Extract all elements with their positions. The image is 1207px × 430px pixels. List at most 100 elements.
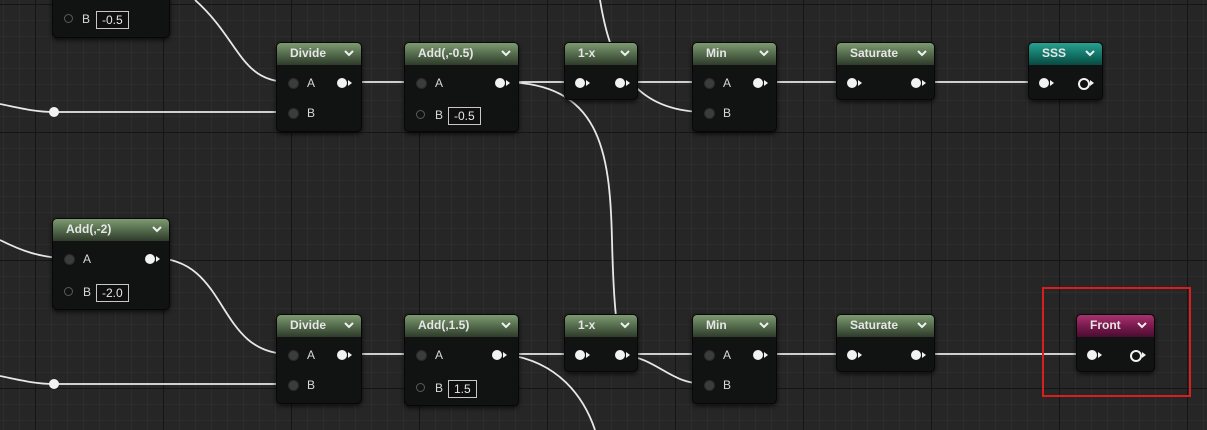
node-title: Add(,-0.5) [418, 46, 474, 60]
node-one-minus-top[interactable]: 1-x [564, 42, 638, 100]
pin-b-input[interactable] [416, 110, 425, 119]
node-one-minus-bottom[interactable]: 1-x [564, 314, 638, 372]
chevron-down-icon[interactable] [916, 47, 928, 59]
node-min-top[interactable]: Min A B [692, 42, 777, 132]
node-header[interactable]: Divide [277, 43, 361, 65]
pin-b-value-field[interactable]: -2.0 [96, 284, 129, 302]
node-header[interactable]: Add(,1.5) [405, 315, 518, 337]
node-divide-top[interactable]: Divide A B [276, 42, 362, 132]
node-title: Add(,-2) [66, 222, 112, 236]
pin-a-input[interactable] [64, 254, 75, 265]
pin-b-value-field[interactable]: -0.5 [96, 11, 129, 29]
output-pin[interactable] [615, 78, 625, 88]
pin-b-value-field[interactable]: -0.5 [448, 107, 481, 125]
node-header[interactable]: 1-x [565, 43, 637, 65]
chevron-down-icon[interactable] [619, 47, 631, 59]
input-arrow-icon [586, 80, 590, 86]
pin-a-input[interactable] [416, 78, 427, 89]
output-arrow-icon [922, 80, 926, 86]
pin-a-input[interactable] [704, 350, 715, 361]
chevron-down-icon[interactable] [343, 47, 355, 59]
chevron-down-icon[interactable] [758, 47, 770, 59]
output-pin[interactable] [753, 350, 763, 360]
output-pin[interactable] [753, 78, 763, 88]
output-pin[interactable] [492, 350, 502, 360]
input-pin[interactable] [847, 350, 857, 360]
node-add-neg-2[interactable]: Add(,-2) A B -2.0 [52, 218, 170, 310]
node-header[interactable]: Min [693, 315, 776, 337]
input-arrow-icon [858, 80, 862, 86]
pin-b-label: B [307, 378, 316, 392]
pin-b-value-field[interactable]: 1.5 [448, 380, 477, 398]
pin-b-input[interactable] [64, 14, 73, 23]
output-pin[interactable] [911, 78, 921, 88]
node-saturate-top[interactable]: Saturate [836, 42, 935, 100]
output-arrow-icon [1090, 80, 1094, 86]
output-pin[interactable] [337, 78, 347, 88]
pin-b-input[interactable] [704, 380, 715, 391]
node-header[interactable]: SSS [1029, 43, 1102, 65]
wire-top-partial-to-divide [194, 0, 290, 83]
output-pin[interactable] [495, 78, 505, 88]
node-header[interactable]: Saturate [837, 315, 934, 337]
pin-a-label: A [435, 76, 444, 90]
node-add-1-5[interactable]: Add(,1.5) A B 1.5 [404, 314, 519, 406]
node-title: Divide [290, 318, 327, 332]
node-title: Min [706, 46, 727, 60]
pin-b-input[interactable] [704, 108, 715, 119]
pin-a-label: A [723, 348, 732, 362]
node-header[interactable]: Saturate [837, 43, 934, 65]
node-divide-bottom[interactable]: Divide A B [276, 314, 362, 404]
chevron-down-icon[interactable] [151, 223, 163, 235]
output-pin[interactable] [145, 254, 155, 264]
node-saturate-bottom[interactable]: Saturate [836, 314, 935, 372]
node-add-neg-0-5[interactable]: Add(,-0.5) A B -0.5 [404, 42, 519, 132]
wire-reroute-top-left-in [0, 103, 55, 113]
chevron-down-icon[interactable] [916, 319, 928, 331]
input-pin[interactable] [575, 78, 585, 88]
chevron-down-icon[interactable] [343, 319, 355, 331]
output-pin[interactable] [911, 350, 921, 360]
pin-a-label: A [83, 252, 92, 266]
input-pin[interactable] [847, 78, 857, 88]
node-header[interactable]: Add(,-0.5) [405, 43, 518, 65]
input-pin[interactable] [575, 350, 585, 360]
output-arrow-icon [626, 80, 630, 86]
node-header[interactable]: 1-x [565, 315, 637, 337]
pin-b-input[interactable] [416, 383, 425, 392]
chevron-down-icon[interactable] [500, 47, 512, 59]
output-arrow-icon [764, 352, 768, 358]
reroute-node-bottom[interactable] [49, 379, 59, 389]
output-pin[interactable] [615, 350, 625, 360]
pin-b-input[interactable] [288, 108, 299, 119]
pin-a-input[interactable] [416, 350, 427, 361]
chevron-down-icon[interactable] [500, 319, 512, 331]
node-title: 1-x [578, 46, 596, 60]
input-arrow-icon [1050, 80, 1054, 86]
reroute-node-top[interactable] [49, 107, 59, 117]
node-header[interactable]: Add(,-2) [53, 219, 169, 241]
pin-b-label: B [307, 106, 316, 120]
output-pin[interactable] [1078, 78, 1090, 90]
pin-b-label: B [82, 12, 91, 26]
node-header[interactable]: Min [693, 43, 776, 65]
pin-a-input[interactable] [288, 78, 299, 89]
material-graph-canvas[interactable]: B -0.5 Divide A B Add(,-0.5) A B -0.5 1-… [0, 0, 1207, 430]
output-pin[interactable] [337, 350, 347, 360]
node-header[interactable]: Divide [277, 315, 361, 337]
pin-b-input[interactable] [64, 287, 73, 296]
output-arrow-icon [506, 80, 510, 86]
pin-b-input[interactable] [288, 380, 299, 391]
node-sss[interactable]: SSS [1028, 42, 1103, 100]
chevron-down-icon[interactable] [758, 319, 770, 331]
output-arrow-icon [503, 352, 507, 358]
input-pin[interactable] [1039, 78, 1049, 88]
pin-b-label: B [723, 106, 732, 120]
output-arrow-icon [626, 352, 630, 358]
pin-a-input[interactable] [704, 78, 715, 89]
chevron-down-icon[interactable] [619, 319, 631, 331]
chevron-down-icon[interactable] [1084, 47, 1096, 59]
pin-a-input[interactable] [288, 350, 299, 361]
node-top-partial[interactable]: B -0.5 [52, 0, 170, 38]
node-min-bottom[interactable]: Min A B [692, 314, 777, 404]
